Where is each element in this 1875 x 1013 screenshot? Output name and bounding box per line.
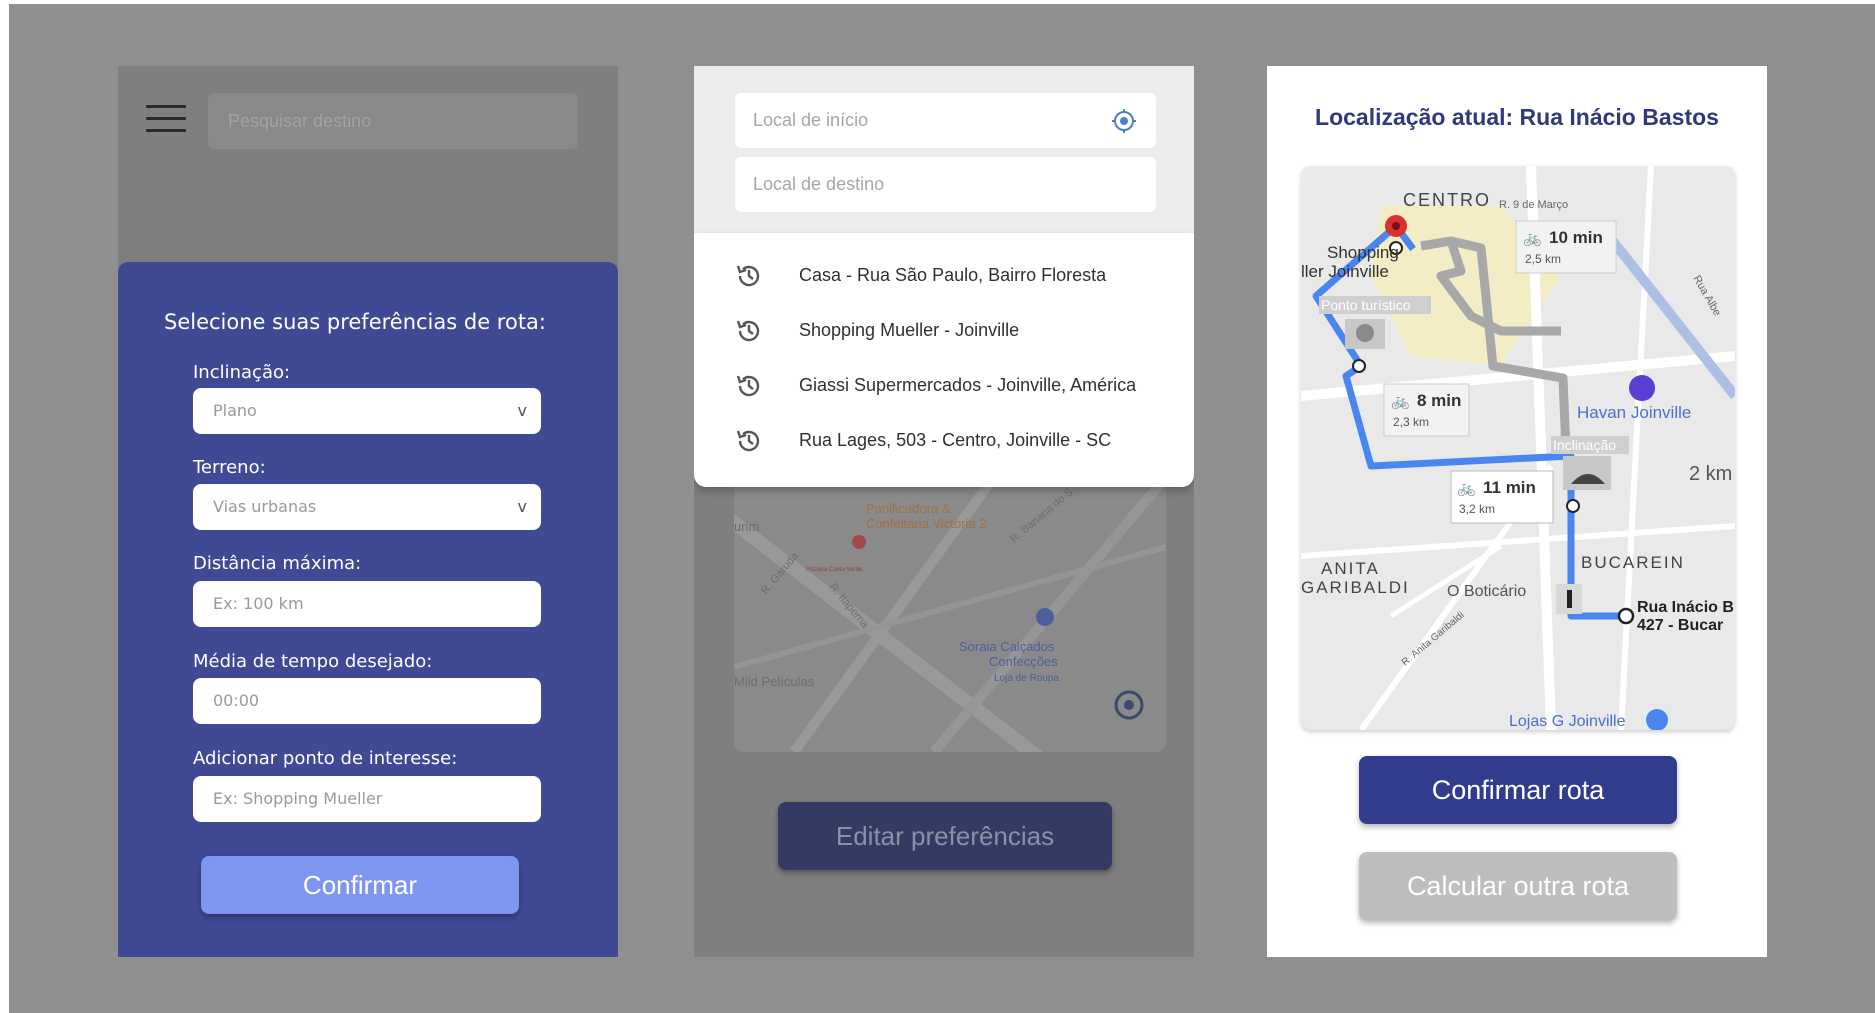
map-label-centro: CENTRO: [1403, 190, 1491, 210]
map-label-soraia: Soraia Calçados: [959, 639, 1055, 654]
history-icon: [736, 320, 760, 342]
history-item[interactable]: Casa - Rua São Paulo, Bairro Floresta: [694, 253, 1194, 297]
history-list: Casa - Rua São Paulo, Bairro Floresta Sh…: [694, 233, 1194, 487]
map-preview[interactable]: Panificadora & Confeitaria Victoria 2 ur…: [734, 487, 1166, 752]
map-label-confeccoes: Confecções: [989, 654, 1058, 669]
map-label-inclinacao: Inclinação: [1553, 437, 1616, 453]
confirm-route-button[interactable]: Confirmar rota: [1359, 756, 1677, 824]
map-label-lojas: Lojas G Joinville: [1509, 713, 1626, 730]
history-icon: [736, 375, 760, 397]
history-item-label: Giassi Supermercados - Joinville, Améric…: [799, 375, 1137, 395]
start-location-input[interactable]: Local de início: [735, 93, 1156, 148]
confirm-button[interactable]: Confirmar: [201, 856, 519, 914]
map-label-ponto: Ponto turístico: [1321, 297, 1411, 313]
map-scale-label: 2 km: [1689, 463, 1732, 485]
my-location-icon[interactable]: [1112, 109, 1136, 133]
poi-input[interactable]: Ex: Shopping Mueller: [193, 776, 541, 822]
incline-value: Plano: [213, 401, 257, 420]
panel-heading: Selecione suas preferências de rota:: [164, 310, 546, 334]
map-label-panificadora: Panificadora &: [866, 501, 951, 516]
terrain-value: Vias urbanas: [213, 497, 317, 516]
history-item-label: Shopping Mueller - Joinville: [799, 320, 1020, 340]
map-label-havan: Havan Joinville: [1577, 403, 1691, 422]
route-preferences-screen: Pesquisar destino Selecione suas preferê…: [118, 66, 618, 957]
history-icon: [736, 430, 760, 452]
max-distance-input[interactable]: Ex: 100 km: [193, 581, 541, 627]
history-item-label: Rua Lages, 503 - Centro, Joinville - SC: [799, 430, 1112, 450]
route-time-3: 11 min: [1483, 478, 1536, 497]
route-dist-1: 2,5 km: [1525, 252, 1561, 266]
destination-input[interactable]: Local de destino: [735, 157, 1156, 212]
terrain-label: Terreno:: [193, 457, 266, 478]
map-label-mild: Mild Películas: [734, 674, 815, 689]
map-label-loja: Loja de Roupa: [994, 673, 1059, 684]
terrain-select[interactable]: Vias urbanas v: [193, 484, 541, 530]
bike-icon: 🚲: [1457, 480, 1476, 497]
history-item[interactable]: Rua Lages, 503 - Centro, Joinville - SC: [694, 418, 1194, 462]
route-map[interactable]: CENTRO R. 9 de Março Shopping ller Joinv…: [1301, 166, 1735, 730]
bike-icon: 🚲: [1523, 230, 1542, 247]
search-input[interactable]: Pesquisar destino: [208, 93, 578, 149]
menu-icon[interactable]: [146, 105, 186, 135]
avg-time-input[interactable]: 00:00: [193, 678, 541, 724]
incline-label: Inclinação:: [193, 362, 291, 383]
map-label-rua-inacio: Rua Inácio B: [1637, 599, 1734, 616]
avg-time-label: Média de tempo desejado:: [193, 651, 433, 672]
route-time-1: 10 min: [1549, 228, 1603, 247]
history-icon: [736, 265, 760, 287]
map-label-pizzaria: Pizzaria Canto Verde: [806, 567, 863, 573]
map-label-rua-inacio-2: 427 - Bucar: [1637, 617, 1723, 634]
map-label-bucarein: BUCAREIN: [1581, 553, 1685, 572]
bike-icon: 🚲: [1391, 393, 1410, 410]
chevron-down-icon: v: [517, 401, 527, 420]
route-time-2: 8 min: [1417, 391, 1461, 410]
route-search-screen: Local de início Local de destino Casa - …: [694, 66, 1194, 957]
map-label-anita: ANITA: [1321, 559, 1380, 578]
canvas-background: Pesquisar destino Selecione suas preferê…: [9, 4, 1875, 1013]
start-placeholder: Local de início: [753, 110, 869, 130]
history-item-label: Casa - Rua São Paulo, Bairro Floresta: [799, 265, 1107, 285]
map-label-r9marco: R. 9 de Março: [1499, 199, 1568, 211]
current-location-title: Localização atual: Rua Inácio Bastos: [1315, 104, 1719, 130]
edit-preferences-button[interactable]: Editar preferências: [778, 802, 1112, 870]
map-label-shopping-2: ller Joinville: [1301, 262, 1389, 281]
route-result-screen: Localização atual: Rua Inácio Bastos CEN…: [1267, 66, 1767, 957]
calculate-other-route-button[interactable]: Calcular outra rota: [1359, 852, 1677, 920]
poi-label: Adicionar ponto de interesse:: [193, 748, 458, 769]
route-map-graphic: CENTRO R. 9 de Março Shopping ller Joinv…: [1301, 166, 1735, 730]
history-item[interactable]: Shopping Mueller - Joinville: [694, 308, 1194, 352]
route-inputs-header: Local de início Local de destino: [694, 66, 1194, 233]
map-graphic: Panificadora & Confeitaria Victoria 2 ur…: [734, 487, 1166, 752]
map-label-shopping: Shopping: [1327, 243, 1399, 262]
route-dist-2: 2,3 km: [1393, 415, 1429, 429]
map-label-urim: urim: [734, 519, 759, 534]
route-dist-3: 3,2 km: [1459, 502, 1495, 516]
history-item[interactable]: Giassi Supermercados - Joinville, Améric…: [694, 363, 1194, 407]
map-label-garibaldi: GARIBALDI: [1301, 578, 1410, 597]
preferences-panel: Selecione suas preferências de rota: Inc…: [118, 262, 618, 957]
incline-select[interactable]: Plano v: [193, 388, 541, 434]
chevron-down-icon: v: [517, 497, 527, 516]
max-distance-label: Distância máxima:: [193, 553, 362, 574]
map-label-boticario: O Boticário: [1447, 583, 1526, 600]
map-label-confeitaria: Confeitaria Victoria 2: [866, 516, 986, 531]
